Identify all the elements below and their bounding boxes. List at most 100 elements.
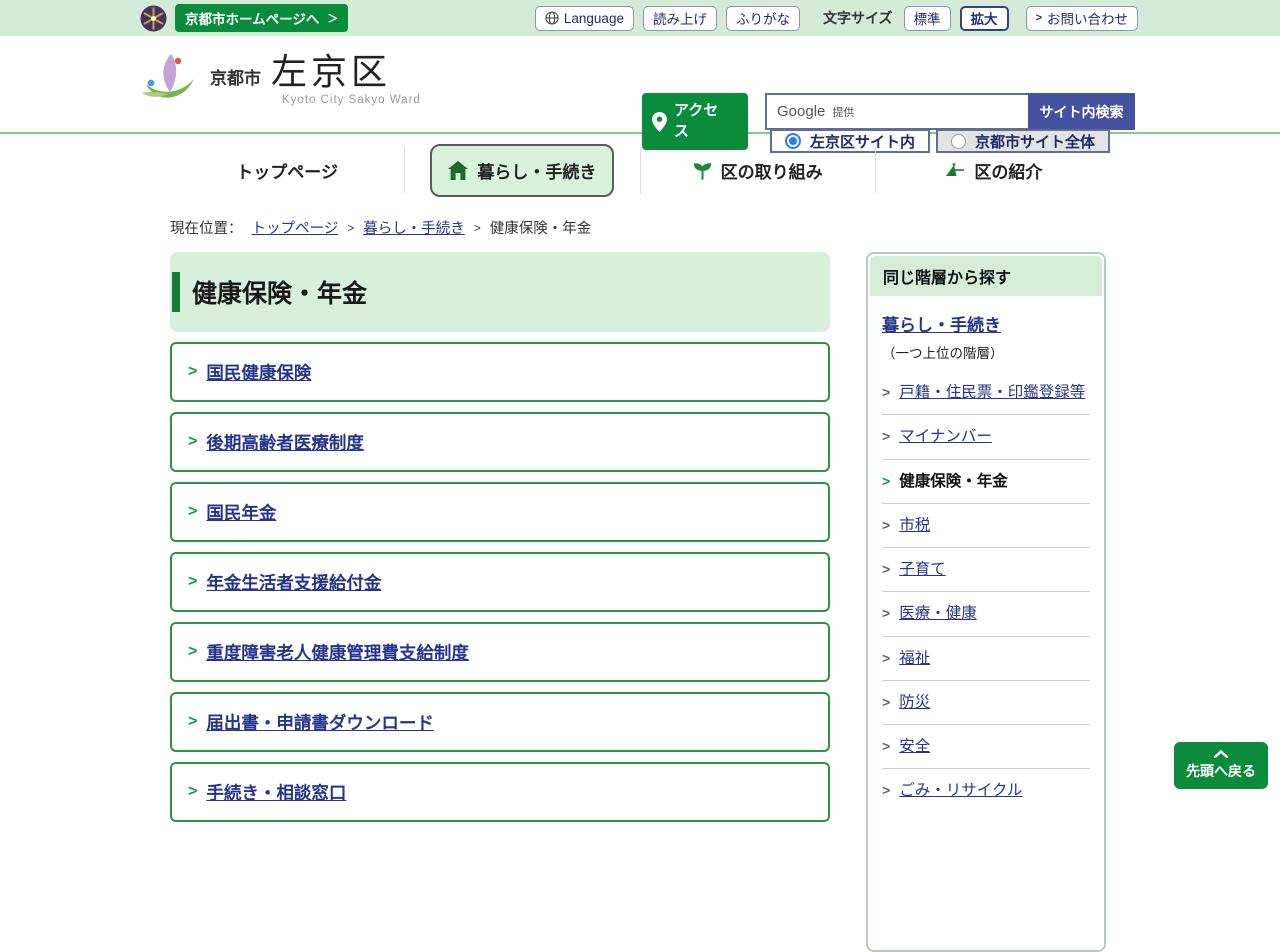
chevron-right-icon: > — [188, 783, 197, 801]
link-card: > 国民年金 — [170, 482, 830, 542]
font-size-standard-label: 標準 — [914, 8, 941, 28]
sidebar-item-anzen: > 安全 — [882, 724, 1090, 768]
chevron-right-icon: > — [188, 713, 197, 731]
chevron-right-icon: > — [882, 647, 890, 670]
city-homepage-button[interactable]: 京都市ホームページへ ＞ — [175, 4, 348, 32]
nav-ku-torikumi[interactable]: 区の取り組み — [693, 158, 823, 183]
link-kokumin-nenkin[interactable]: 国民年金 — [206, 500, 276, 525]
chevron-right-icon: ＞ — [327, 10, 338, 26]
search-submit-label: サイト内検索 — [1040, 102, 1124, 122]
chevron-right-icon: > — [474, 221, 481, 235]
chevron-right-icon: > — [882, 602, 890, 625]
link-card: > 国民健康保険 — [170, 342, 830, 402]
chevron-right-icon: > — [882, 514, 890, 537]
sidebar-item-fukushi: > 福祉 — [882, 636, 1090, 680]
sidebar-parent-link[interactable]: 暮らし・手続き — [882, 316, 1001, 335]
link-nenkin-seikatsusha[interactable]: 年金生活者支援給付金 — [206, 570, 381, 595]
link-card: > 重度障害老人健康管理費支給制度 — [170, 622, 830, 682]
chevron-right-icon: > — [882, 558, 890, 581]
topbar-left-group: 京都市ホームページへ ＞ — [140, 4, 348, 32]
chevron-up-icon — [1213, 750, 1229, 758]
nav-ku-shoukai[interactable]: 区の紹介 — [943, 158, 1042, 183]
site-search: Google 提供 サイト内検索 — [765, 93, 1135, 130]
read-aloud-label: 読み上げ — [653, 8, 707, 28]
globe-icon — [545, 11, 559, 25]
link-tetsuzuki-sodan[interactable]: 手続き・相談窓口 — [206, 780, 346, 805]
city-homepage-label: 京都市ホームページへ — [185, 8, 319, 28]
sidebar-item-mynumber: > マイナンバー — [882, 414, 1090, 458]
topbar-right-group: Language 読み上げ ふりがな 文字サイズ 標準 拡大 > お問い合わせ — [535, 6, 1138, 31]
sidebar-current-item-label: 健康保険・年金 — [899, 470, 1008, 493]
search-provided-label: 提供 — [832, 104, 854, 120]
chevron-right-icon: > — [1036, 12, 1042, 24]
link-card: > 後期高齢者医療制度 — [170, 412, 830, 472]
contact-button[interactable]: > お問い合わせ — [1026, 6, 1138, 31]
sidebar-item-gomi-recycle: > ごみ・リサイクル — [882, 768, 1090, 812]
global-nav: トップページ 暮らし・手続き 区の取り組み — [170, 135, 1110, 205]
font-size-standard-button[interactable]: 標準 — [904, 6, 951, 31]
search-input[interactable]: Google 提供 — [765, 93, 1028, 130]
nav-torikumi-label: 区の取り組み — [721, 158, 823, 183]
site-logo[interactable]: 京都市 左京区 Kyoto City Sakyo Ward — [138, 52, 421, 110]
map-pin-icon — [652, 112, 667, 132]
breadcrumb-link-kurashi[interactable]: 暮らし・手続き — [363, 217, 465, 238]
back-to-top-button[interactable]: 先頭へ戻る — [1174, 742, 1268, 789]
chevron-right-icon: > — [882, 691, 890, 714]
font-size-large-button[interactable]: 拡大 — [960, 6, 1009, 31]
nav-top-page-label: トップページ — [236, 158, 338, 183]
chevron-right-icon: > — [882, 470, 890, 493]
top-utility-bar: 京都市ホームページへ ＞ Language 読み上げ ふりがな 文字サイズ 標準 — [0, 0, 1280, 36]
sidebar-item-kosodate: > 子育て — [882, 547, 1090, 591]
sidebar-item-shizei: > 市税 — [882, 503, 1090, 547]
sidebar-item-kenko-hoken-nenkin: > 健康保険・年金 — [882, 459, 1090, 503]
language-label: Language — [564, 11, 624, 26]
logo-ward-name-en: Kyoto City Sakyo Ward — [282, 94, 421, 106]
furigana-button[interactable]: ふりがな — [726, 6, 800, 31]
chevron-right-icon: > — [882, 425, 890, 448]
chevron-right-icon: > — [882, 381, 890, 404]
chevron-right-icon: > — [188, 363, 197, 381]
link-card: > 届出書・申請書ダウンロード — [170, 692, 830, 752]
house-icon — [448, 161, 468, 180]
chevron-right-icon: > — [188, 503, 197, 521]
chevron-right-icon: > — [188, 643, 197, 661]
read-aloud-button[interactable]: 読み上げ — [643, 6, 717, 31]
sidebar-item-bosai: > 防災 — [882, 680, 1090, 724]
breadcrumb-current: 健康保険・年金 — [490, 217, 592, 238]
link-kokumin-kenko-hoken[interactable]: 国民健康保険 — [206, 360, 311, 385]
search-submit-button[interactable]: サイト内検索 — [1028, 93, 1135, 130]
breadcrumb-label: 現在位置： — [170, 217, 243, 238]
sidebar-item-list: > 戸籍・住民票・印鑑登録等 > マイナンバー > 健康保険・年金 > 市税 >… — [882, 371, 1090, 813]
link-todokede-download[interactable]: 届出書・申請書ダウンロード — [206, 710, 434, 735]
main-content: 健康保険・年金 > 国民健康保険 > 後期高齢者医療制度 > 国民年金 > 年金… — [170, 252, 830, 822]
logo-text: 京都市 左京区 Kyoto City Sakyo Ward — [210, 52, 421, 106]
link-card: > 年金生活者支援給付金 — [170, 552, 830, 612]
page-title: 健康保険・年金 — [192, 274, 367, 310]
link-judo-shogai-rojin[interactable]: 重度障害老人健康管理費支給制度 — [206, 640, 469, 665]
logo-city-name: 京都市 — [210, 64, 261, 89]
logo-ward-name: 左京区 — [271, 52, 391, 92]
language-button[interactable]: Language — [535, 6, 634, 31]
contact-label: お問い合わせ — [1047, 8, 1128, 28]
furigana-label: ふりがな — [736, 8, 790, 28]
link-kouki-koureisha[interactable]: 後期高齢者医療制度 — [206, 430, 364, 455]
nav-kurashi-label: 暮らし・手続き — [477, 158, 596, 183]
nav-kurashi-tetsuzuki[interactable]: 暮らし・手続き — [430, 144, 614, 197]
nav-top-page[interactable]: トップページ — [236, 158, 338, 183]
breadcrumb-link-top[interactable]: トップページ — [252, 217, 339, 238]
chevron-right-icon: > — [882, 735, 890, 758]
chevron-right-icon: > — [188, 573, 197, 591]
sidebar-item-koseki: > 戸籍・住民票・印鑑登録等 — [882, 371, 1090, 414]
search-engine-label: Google — [777, 103, 825, 120]
back-to-top-label: 先頭へ戻る — [1186, 761, 1256, 781]
mountain-flag-icon — [943, 162, 965, 178]
font-size-label: 文字サイズ — [823, 8, 893, 28]
sakyo-ward-logo-mark-icon — [138, 52, 200, 110]
title-accent-bar — [172, 272, 180, 312]
chevron-right-icon: > — [347, 221, 354, 235]
sidebar-item-iryo-kenko: > 医療・健康 — [882, 591, 1090, 635]
sidebar-title: 同じ階層から探す — [870, 256, 1102, 296]
nav-shoukai-label: 区の紹介 — [974, 158, 1042, 183]
sprout-icon — [693, 161, 712, 180]
site-header: 京都市 左京区 Kyoto City Sakyo Ward アクセス Googl… — [0, 36, 1280, 134]
